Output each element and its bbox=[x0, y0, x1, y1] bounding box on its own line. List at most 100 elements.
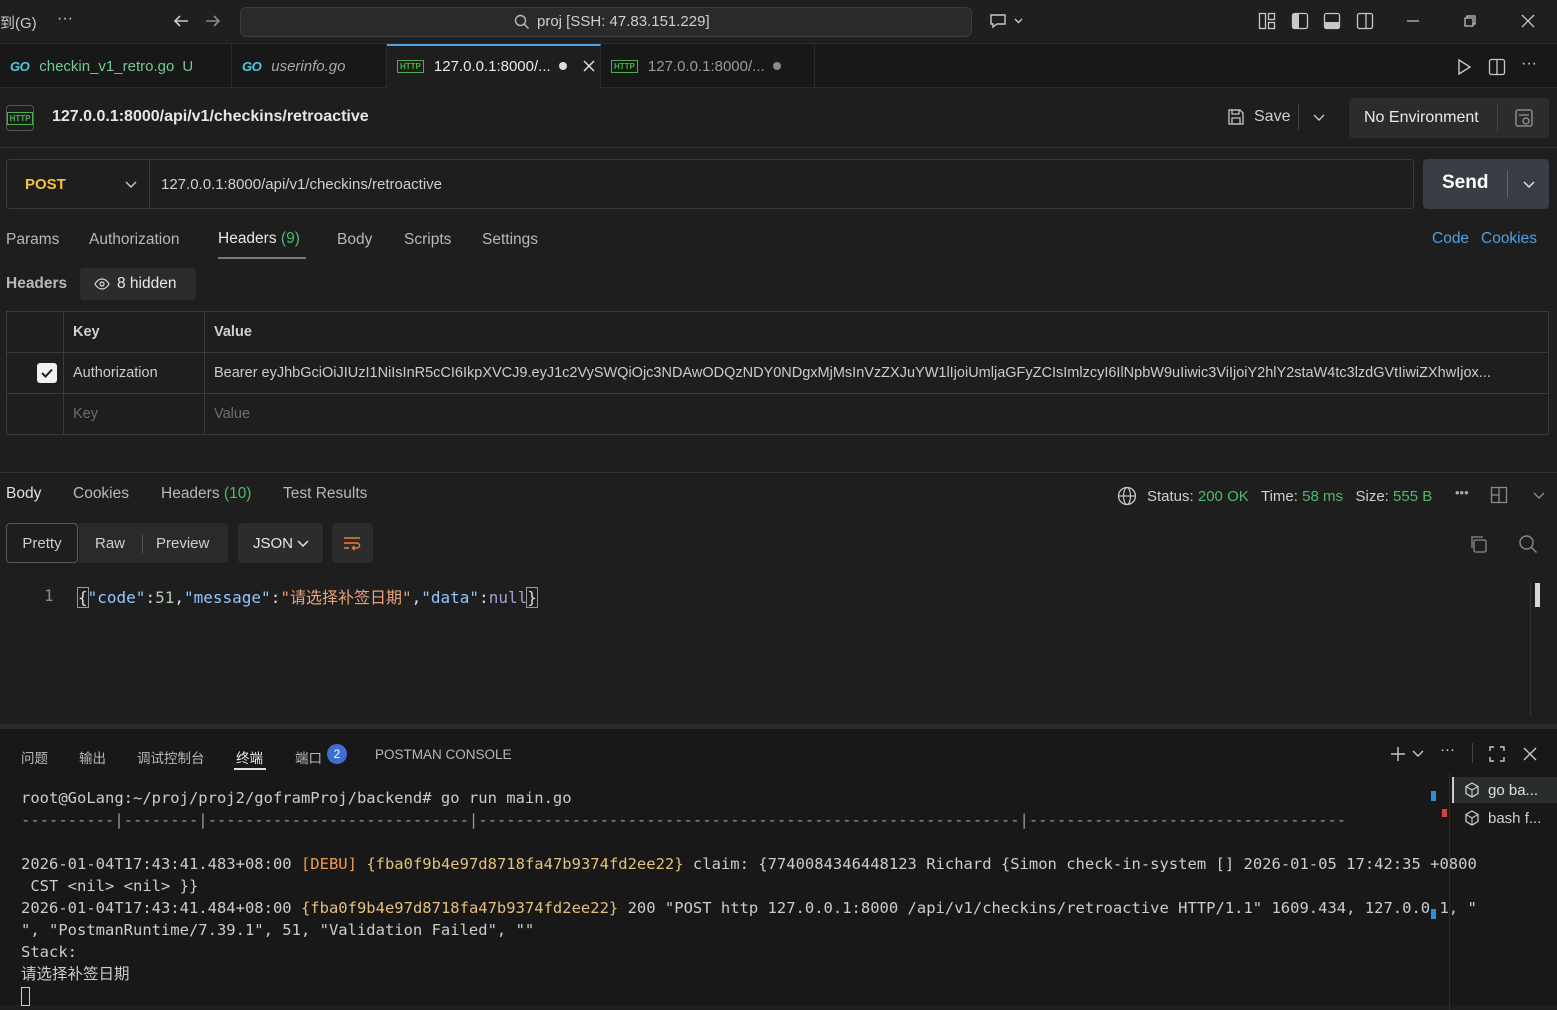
cookies-link[interactable]: Cookies bbox=[1481, 230, 1537, 248]
format-selector[interactable]: JSON bbox=[238, 523, 323, 563]
tab-headers[interactable]: Headers (9) bbox=[218, 230, 300, 248]
tab-http-request-2[interactable]: HTTP 127.0.0.1:8000/... bbox=[601, 44, 815, 88]
terminal-output[interactable]: root@GoLang:~/proj/proj2/goframProj/back… bbox=[21, 787, 1477, 1007]
close-tab-icon[interactable] bbox=[581, 58, 597, 74]
panel-tab-postman-console[interactable]: POSTMAN CONSOLE bbox=[375, 747, 512, 762]
response-json-line: {"code":51,"message":"请选择补签日期","data":nu… bbox=[77, 587, 538, 608]
terminal-list-item-bash[interactable]: bash f... bbox=[1452, 805, 1557, 831]
method-selector[interactable]: POST bbox=[7, 160, 150, 208]
minimize-icon[interactable] bbox=[1403, 11, 1423, 31]
editor-scrollbar-thumb[interactable] bbox=[1535, 583, 1540, 607]
close-panel-icon[interactable] bbox=[1520, 744, 1540, 764]
terminal-list-divider bbox=[1449, 774, 1450, 1010]
new-key-input[interactable]: Key bbox=[63, 393, 205, 435]
url-input[interactable]: 127.0.0.1:8000/api/v1/checkins/retroacti… bbox=[161, 176, 442, 193]
back-arrow-icon[interactable] bbox=[170, 10, 192, 32]
globe-icon[interactable] bbox=[1116, 485, 1138, 507]
header-key-cell[interactable]: Authorization bbox=[63, 352, 205, 394]
tab-userinfo[interactable]: GO userinfo.go bbox=[232, 44, 387, 88]
view-mode-group: Raw Preview bbox=[79, 523, 228, 563]
close-window-icon[interactable] bbox=[1518, 11, 1538, 31]
panel-tab-terminal[interactable]: 终端 bbox=[236, 747, 263, 767]
terminal-profile-chevron-icon[interactable] bbox=[1411, 746, 1425, 760]
tab-params[interactable]: Params bbox=[6, 231, 59, 249]
view-preview-button[interactable]: Preview bbox=[156, 535, 209, 552]
terminal-prompt-line: root@GoLang:~/proj/proj2/goframProj/back… bbox=[21, 789, 572, 807]
new-value-input[interactable]: Value bbox=[204, 393, 1549, 435]
panel-tab-debug-console[interactable]: 调试控制台 bbox=[137, 747, 205, 767]
new-terminal-plus-icon[interactable] bbox=[1388, 744, 1408, 764]
panel-more-icon[interactable]: ··· bbox=[1440, 741, 1455, 758]
row-checkbox-cell[interactable] bbox=[6, 352, 64, 394]
more-menu-icon[interactable]: ··· bbox=[57, 10, 73, 28]
ports-count-badge: 2 bbox=[327, 744, 347, 764]
panel-tab-problems[interactable]: 问题 bbox=[21, 747, 48, 767]
checkbox-column-header bbox=[6, 311, 64, 353]
wrap-lines-button[interactable] bbox=[332, 523, 373, 563]
menu-goto[interactable]: 到(G) bbox=[0, 12, 37, 33]
forward-arrow-icon[interactable] bbox=[202, 10, 224, 32]
copy-icon[interactable] bbox=[1467, 533, 1489, 555]
terminal-list-item-go[interactable]: go ba... bbox=[1452, 777, 1557, 803]
terminal-stack-message: 请选择补签日期 bbox=[21, 965, 130, 983]
request-title[interactable]: 127.0.0.1:8000/api/v1/checkins/retroacti… bbox=[52, 108, 369, 126]
active-tab-indicator bbox=[218, 257, 306, 259]
run-icon[interactable] bbox=[1453, 56, 1475, 78]
save-options-chevron-icon[interactable] bbox=[1310, 108, 1328, 126]
empty-checkbox-cell bbox=[6, 393, 64, 435]
layout-toggle-icon[interactable] bbox=[1489, 485, 1509, 505]
restore-icon[interactable] bbox=[1460, 11, 1480, 31]
command-center-search[interactable]: proj [SSH: 47.83.151.229] bbox=[240, 7, 972, 37]
view-raw-button[interactable]: Raw bbox=[95, 535, 125, 552]
hidden-headers-toggle[interactable]: 8 hidden bbox=[80, 268, 196, 300]
toggle-panel-icon[interactable] bbox=[1322, 11, 1342, 31]
terminal-shell-icon bbox=[1464, 782, 1480, 798]
go-file-icon: GO bbox=[242, 58, 262, 74]
tab-label: 127.0.0.1:8000/... bbox=[647, 57, 765, 75]
more-actions-icon[interactable]: ··· bbox=[1521, 55, 1537, 73]
toggle-secondary-sidebar-icon[interactable] bbox=[1355, 11, 1375, 31]
search-response-icon[interactable] bbox=[1517, 533, 1539, 555]
tab-label: 127.0.0.1:8000/... bbox=[433, 57, 551, 75]
response-tab-test-results[interactable]: Test Results bbox=[283, 485, 367, 503]
header-value-cell[interactable]: Bearer eyJhbGciOiJIUzI1NiIsInR5cCI6IkpXV… bbox=[204, 352, 1549, 394]
response-body-editor[interactable]: 1 {"code":51,"message":"请选择补签日期","data":… bbox=[0, 576, 1530, 716]
response-tab-headers[interactable]: Headers (10) bbox=[161, 485, 251, 503]
toggle-primary-sidebar-icon[interactable] bbox=[1290, 11, 1310, 31]
environment-selector[interactable]: No Environment bbox=[1349, 98, 1549, 138]
terminal-log-continuation: CST <nil> <nil> }} bbox=[21, 877, 199, 895]
http-icon: HTTP bbox=[397, 59, 424, 73]
response-tab-body[interactable]: Body bbox=[6, 485, 41, 503]
terminal-log-line: 2026-01-04T17:43:41.483+08:00 [DEBU] {fb… bbox=[21, 855, 1477, 873]
tab-settings[interactable]: Settings bbox=[482, 231, 538, 249]
send-button[interactable]: Send bbox=[1423, 159, 1549, 209]
panel-tab-output[interactable]: 输出 bbox=[79, 747, 106, 767]
table-row-empty: Key Value bbox=[6, 393, 1549, 435]
tab-scripts[interactable]: Scripts bbox=[404, 231, 451, 249]
send-options-chevron-icon[interactable] bbox=[1520, 175, 1538, 193]
tab-authorization[interactable]: Authorization bbox=[89, 231, 179, 249]
view-pretty-button[interactable]: Pretty bbox=[6, 523, 78, 563]
send-label: Send bbox=[1442, 172, 1489, 193]
tab-body[interactable]: Body bbox=[337, 231, 372, 249]
tab-http-request-active[interactable]: HTTP 127.0.0.1:8000/... bbox=[387, 44, 601, 88]
maximize-panel-icon[interactable] bbox=[1487, 744, 1507, 764]
save-button[interactable]: Save bbox=[1254, 108, 1290, 126]
customize-layout-icon[interactable] bbox=[1257, 11, 1277, 31]
copilot-chat-icon[interactable] bbox=[986, 10, 1026, 32]
panel-tab-ports[interactable]: 端口 bbox=[295, 747, 322, 767]
key-column-header: Key bbox=[63, 311, 205, 353]
wrap-lines-icon bbox=[342, 533, 362, 553]
split-editor-icon[interactable] bbox=[1486, 56, 1508, 78]
code-link[interactable]: Code bbox=[1432, 230, 1469, 248]
collapse-response-icon[interactable] bbox=[1530, 486, 1548, 504]
environment-quick-look-icon[interactable] bbox=[1513, 108, 1535, 128]
checkbox-checked-icon[interactable] bbox=[37, 363, 57, 383]
table-row: Authorization Bearer eyJhbGciOiJIUzI1NiI… bbox=[6, 352, 1549, 394]
response-tab-cookies[interactable]: Cookies bbox=[73, 485, 129, 503]
scroll-marker bbox=[1431, 791, 1436, 801]
response-more-icon[interactable]: ••• bbox=[1455, 485, 1469, 500]
save-icon bbox=[1226, 107, 1246, 127]
terminal-name: bash f... bbox=[1488, 809, 1542, 827]
tab-checkin-v1-retro[interactable]: GO checkin_v1_retro.go U bbox=[0, 44, 232, 88]
